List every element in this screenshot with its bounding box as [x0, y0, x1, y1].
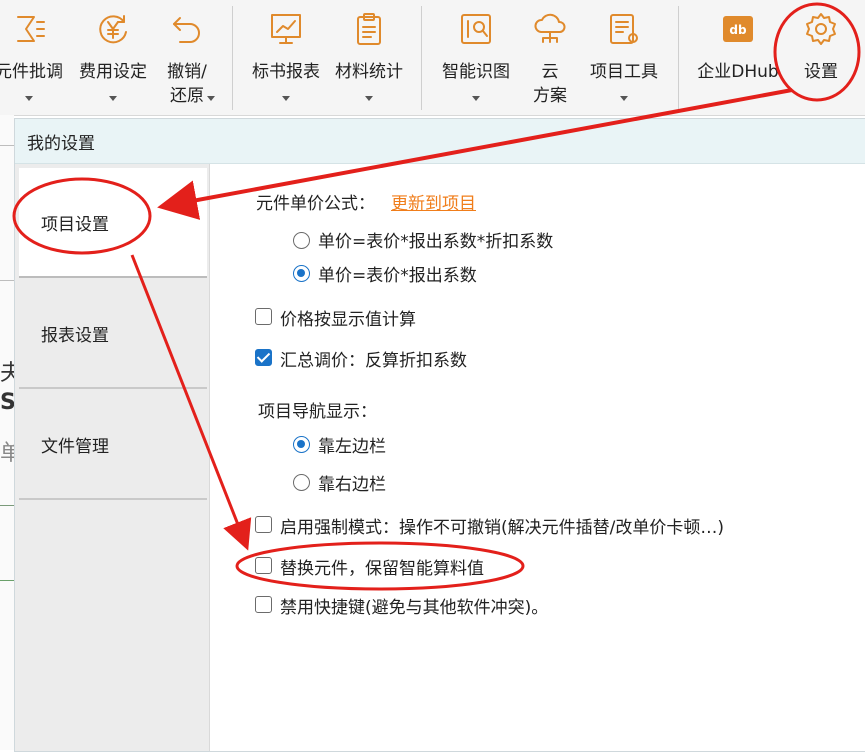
- nav-display-label: 项目导航显示：: [258, 402, 377, 422]
- tab-label: 文件管理: [41, 437, 109, 457]
- tab-project-settings[interactable]: 项目设置: [19, 168, 207, 278]
- tab-report-settings[interactable]: 报表设置: [19, 279, 207, 389]
- cloud-icon: [534, 13, 566, 43]
- chevron-down-icon: [109, 96, 117, 101]
- divider: [0, 580, 14, 581]
- ribbon-label: 云 方案: [533, 62, 567, 106]
- radio-label: 单价=表价*报出系数*折扣系数: [318, 232, 554, 252]
- workspace-background: 夫 SV 单: [0, 115, 33, 750]
- formula-radio-without-discount[interactable]: [293, 265, 310, 282]
- checkbox-label: 汇总调价：反算折扣系数: [280, 351, 467, 371]
- ribbon-button-fee-settings[interactable]: 费用设定: [72, 0, 154, 112]
- dialog-header: 我的设置: [15, 119, 865, 164]
- checkbox-label: 禁用快捷键(避免与其他软件冲突)。: [280, 598, 549, 618]
- ribbon-button-material-stats[interactable]: 材料统计: [328, 0, 410, 112]
- clipboard-icon: [357, 13, 381, 45]
- price-display-checkbox[interactable]: [255, 308, 272, 325]
- ribbon-separator: [678, 6, 679, 110]
- project-tool-icon: [610, 14, 638, 44]
- chevron-down-icon: [620, 96, 628, 101]
- smart-image-icon: [461, 14, 491, 44]
- ribbon-button-project-tools[interactable]: 项目工具: [582, 0, 666, 112]
- ribbon-button-cloud-plan[interactable]: 云 方案: [520, 0, 580, 112]
- gear-icon: [806, 13, 836, 45]
- ribbon-button-batch-adjust[interactable]: 元件批调: [0, 0, 68, 112]
- ribbon-button-settings[interactable]: 设置: [790, 0, 852, 112]
- chevron-down-icon: [25, 96, 33, 101]
- chevron-down-icon: [207, 96, 215, 101]
- ribbon-separator: [232, 6, 233, 110]
- nav-radio-right[interactable]: [293, 474, 310, 491]
- ribbon-label: 企业DHub: [697, 62, 779, 82]
- update-to-project-link[interactable]: 更新到项目: [391, 189, 476, 214]
- ribbon-label: 项目工具: [590, 62, 658, 82]
- formula-label: 元件单价公式：: [256, 194, 375, 214]
- disable-shortcut-checkbox[interactable]: [255, 596, 272, 613]
- dhub-logo-icon: db: [723, 16, 753, 42]
- checkbox-label: 替换元件，保留智能算料值: [280, 559, 484, 579]
- checkbox-label: 启用强制模式：操作不可撤销(解决元件插替/改单价卡顿…): [280, 518, 724, 538]
- chart-board-icon: [271, 14, 301, 44]
- ribbon-label: 费用设定: [79, 62, 147, 82]
- sigma-list-icon: [17, 16, 45, 42]
- tab-label: 报表设置: [41, 326, 109, 346]
- settings-sidebar: 项目设置 报表设置 文件管理: [15, 164, 210, 751]
- radio-label: 靠左边栏: [318, 437, 386, 457]
- nav-radio-left[interactable]: [293, 436, 310, 453]
- dialog-title: 我的设置: [27, 134, 95, 154]
- chevron-down-icon: [365, 96, 373, 101]
- checkbox-label: 价格按显示值计算: [280, 310, 416, 330]
- tab-label: 项目设置: [41, 215, 109, 235]
- divider: [0, 505, 14, 506]
- yen-cycle-icon: [99, 15, 127, 44]
- ribbon-label: 元件批调: [0, 62, 63, 82]
- ribbon-label: 标书报表: [252, 62, 320, 82]
- divider: [0, 280, 14, 281]
- ribbon-button-smart-recognize[interactable]: 智能识图: [434, 0, 518, 112]
- replace-keep-checkbox[interactable]: [255, 557, 272, 574]
- ribbon-button-enterprise-dhub[interactable]: db 企业DHub: [690, 0, 786, 112]
- ribbon-label: 材料统计: [335, 62, 403, 82]
- svg-text:db: db: [729, 23, 747, 37]
- divider: [0, 145, 14, 146]
- tab-file-management[interactable]: 文件管理: [19, 390, 207, 500]
- undo-icon: [173, 17, 200, 43]
- chevron-down-icon: [282, 96, 290, 101]
- ribbon-button-undo-redo[interactable]: 撤销/ 还原: [156, 0, 218, 112]
- radio-label: 单价=表价*报出系数: [318, 266, 477, 286]
- settings-dialog: 我的设置 项目设置 报表设置 文件管理 元件单价公式： 更新到项目 单价=表价*…: [14, 118, 865, 752]
- ribbon-separator: [421, 6, 422, 110]
- summary-adjust-checkbox[interactable]: [255, 349, 272, 366]
- ribbon-toolbar: 元件批调 费用设定 撤销/ 还原 标书报表 材料统计 智能识图 云 方案 项目工…: [0, 0, 865, 116]
- ribbon-label: 设置: [804, 62, 838, 82]
- project-settings-panel: 元件单价公式： 更新到项目 单价=表价*报出系数*折扣系数 单价=表价*报出系数…: [210, 164, 865, 751]
- ribbon-button-bid-report[interactable]: 标书报表: [244, 0, 328, 112]
- force-mode-checkbox[interactable]: [255, 516, 272, 533]
- radio-label: 靠右边栏: [318, 475, 386, 495]
- ribbon-label: 智能识图: [442, 62, 510, 82]
- chevron-down-icon: [472, 96, 480, 101]
- formula-radio-with-discount[interactable]: [293, 232, 310, 249]
